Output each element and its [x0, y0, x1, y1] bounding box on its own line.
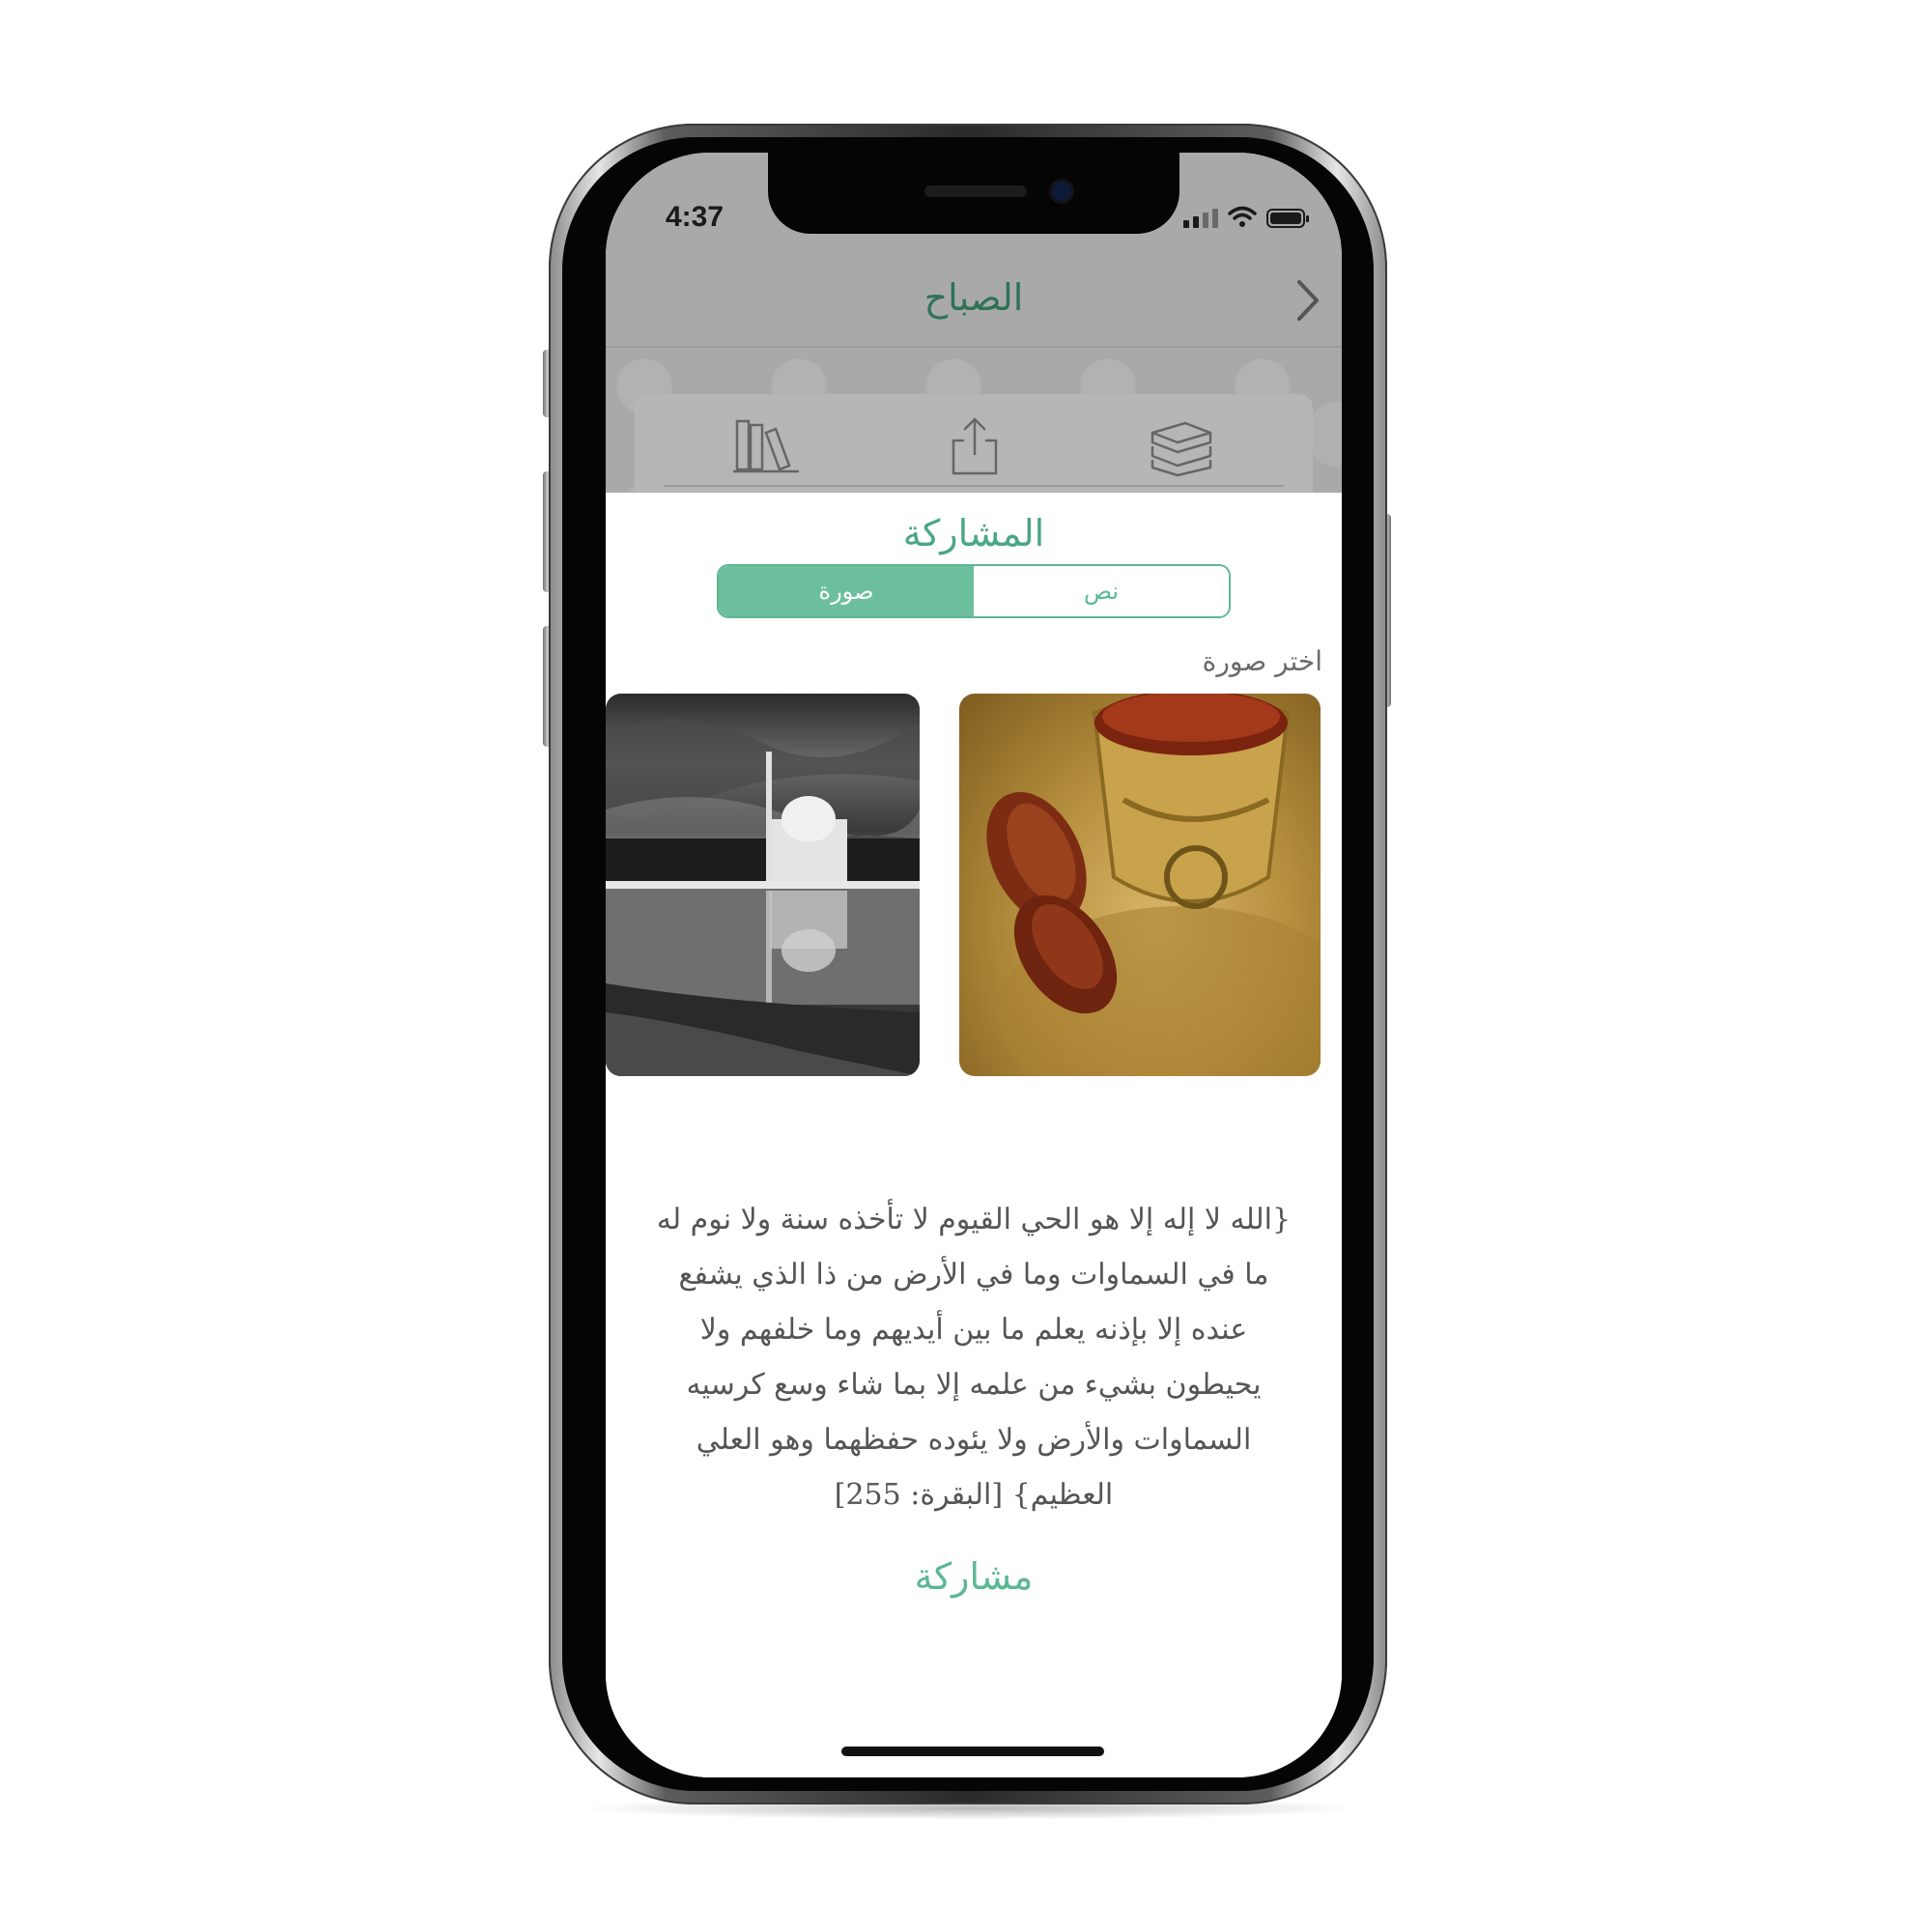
segment-text[interactable]: نص: [974, 566, 1229, 616]
share-sheet: المشاركة صورة نص اختر صورة {الله لا إله …: [606, 493, 1342, 1777]
share-type-segmented-control: صورة نص: [717, 564, 1231, 618]
verse-line: السماوات والأرض ولا يئوده حفظهما وهو الع…: [696, 1423, 1252, 1457]
choose-image-label: اختر صورة: [1202, 645, 1322, 677]
nav-title: الصباح: [923, 276, 1024, 319]
books-icon[interactable]: [731, 413, 801, 479]
notch: [768, 153, 1179, 234]
book-stack-icon[interactable]: [1147, 413, 1216, 479]
wifi-icon: [1228, 206, 1257, 227]
front-camera: [1052, 182, 1071, 201]
phone-screen: 4:37 الصباح المشاركة صورة نص اختر صورة {…: [606, 153, 1342, 1777]
verse-line: عنده إلا بإذنه يعلم ما بين أيديهم وما خل…: [699, 1313, 1248, 1347]
background-app: 4:37 الصباح: [606, 153, 1342, 529]
verse-line: العظيم} [البقرة: 255]: [834, 1478, 1114, 1512]
chevron-right-icon[interactable]: [1292, 276, 1324, 325]
share-sheet-title: المشاركة: [902, 512, 1045, 554]
speaker-grille: [924, 185, 1027, 197]
verse-line: {الله لا إله إلا هو الحي القيوم لا تأخذه…: [656, 1203, 1292, 1236]
toolbar-divider: [664, 485, 1284, 487]
share-button[interactable]: مشاركة: [606, 1555, 1342, 1598]
segment-image[interactable]: صورة: [719, 566, 974, 616]
mosque-reflection-illustration: [606, 720, 920, 1076]
mosque-reflection-image[interactable]: [606, 694, 920, 1076]
battery-icon: [1266, 209, 1309, 228]
verse-text: {الله لا إله إلا هو الحي القيوم لا تأخذه…: [654, 1192, 1293, 1522]
verse-line: يحيطون بشيء من علمه إلا بما شاء وسع كرسي…: [686, 1368, 1262, 1402]
verse-line: ما في السماوات وما في الأرض من ذا الذي ي…: [678, 1258, 1269, 1292]
status-time: 4:37: [666, 201, 724, 233]
share-icon[interactable]: [940, 413, 1009, 479]
dates-and-tea-illustration: [986, 694, 1321, 1076]
home-indicator[interactable]: [841, 1747, 1104, 1756]
signal-icon: [1183, 207, 1218, 228]
status-icons: [1183, 201, 1309, 228]
dates-and-tea-image[interactable]: [959, 694, 1321, 1076]
